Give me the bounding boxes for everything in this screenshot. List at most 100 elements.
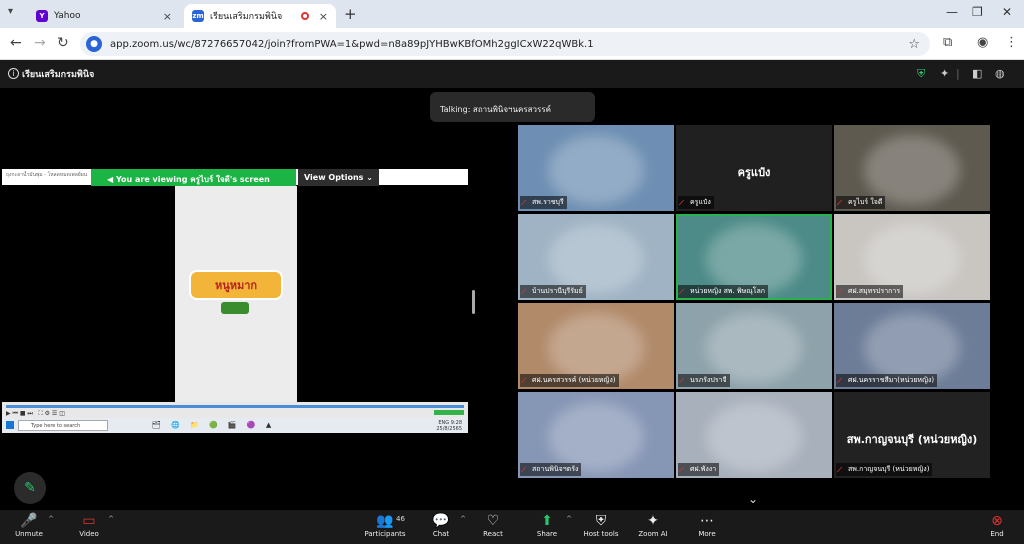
blurred-video bbox=[706, 313, 802, 383]
tab-title: เรียนเสริมกรมพินิจ bbox=[210, 12, 283, 22]
participant-display-name: สพ.กาญจนบุรี (หน่วยหญิง) bbox=[846, 433, 978, 446]
chevron-up-icon[interactable]: ^ bbox=[108, 515, 114, 523]
participant-tile[interactable]: ครูแป๋ง ครูแป๋ง ⟋ bbox=[676, 125, 832, 211]
participants-label: Participants bbox=[364, 530, 406, 538]
mic-off-icon: ⟋ bbox=[837, 199, 842, 207]
talking-indicator: Talking: สถานพินิจฯนครสวรรค์ bbox=[430, 92, 595, 122]
participant-name: ศฝ.สมุทรปราการ bbox=[836, 285, 904, 298]
yahoo-favicon-icon: Y bbox=[36, 10, 48, 22]
meeting-info-icon[interactable]: i bbox=[8, 68, 19, 79]
chevron-down-icon[interactable]: ⌄ bbox=[748, 492, 758, 506]
blurred-video bbox=[706, 402, 802, 472]
shield-icon: ⛨ bbox=[595, 513, 607, 529]
video-label: Video bbox=[79, 530, 99, 538]
system-tray: ENG 9:28 25/8/2565 bbox=[436, 420, 462, 432]
participant-tile[interactable]: สพ.ราชบุรี ⟋ bbox=[518, 125, 674, 211]
restore-icon[interactable]: ❐ bbox=[972, 5, 983, 19]
meeting-toolbar: 🎤 Unmute ^ ▭ Video ^ 👥 46 Participants 💬… bbox=[0, 510, 1024, 544]
tab-search-icon[interactable]: ▾ bbox=[8, 6, 13, 17]
react-button[interactable]: ♡ React bbox=[466, 513, 520, 538]
participant-tile[interactable]: ศฝ.นครสวรรค์ (หน่วยหญิง) ⟋ bbox=[518, 303, 674, 389]
participants-count: 46 bbox=[396, 515, 405, 523]
end-call-icon: ⊗ bbox=[991, 513, 1003, 529]
menu-kebab-icon[interactable]: ⋮ bbox=[1005, 35, 1018, 50]
end-button[interactable]: ⊗ End bbox=[970, 513, 1024, 538]
participant-name: ศฝ.นครสวรรค์ (หน่วยหญิง) bbox=[520, 374, 619, 387]
blurred-video bbox=[864, 224, 960, 294]
close-tab-icon[interactable]: × bbox=[163, 10, 172, 23]
url-text: app.zoom.us/wc/87276657042/join?fromPWA=… bbox=[110, 38, 594, 50]
chevron-up-icon[interactable]: ^ bbox=[48, 515, 54, 523]
reload-icon[interactable]: ↻ bbox=[57, 35, 69, 51]
participants-button[interactable]: 👥 46 Participants bbox=[358, 513, 412, 538]
view-options-button[interactable]: View Options ⌄ bbox=[298, 169, 379, 186]
unmute-button[interactable]: 🎤 Unmute ^ bbox=[2, 513, 56, 538]
shared-slide: หนูหมาก bbox=[175, 186, 297, 402]
more-button[interactable]: ⋯ More bbox=[680, 513, 734, 538]
seek-bar[interactable] bbox=[6, 405, 464, 408]
participant-tile[interactable]: สถานพินิจฯตรัง ⟋ bbox=[518, 392, 674, 478]
zoom-app-icon[interactable]: ◍ bbox=[995, 67, 1005, 80]
separator: | bbox=[956, 67, 960, 80]
meeting-title: เรียนเสริมกรมพินิจ bbox=[22, 70, 95, 80]
tab-zoom[interactable]: zm เรียนเสริมกรมพินิจ × bbox=[184, 4, 336, 28]
close-tab-icon[interactable]: × bbox=[319, 10, 328, 23]
participant-tile[interactable]: ศฝ.สมุทรปราการ ⟋ bbox=[834, 214, 990, 300]
extensions-icon[interactable]: ⧉ bbox=[943, 35, 952, 50]
annotate-pencil-icon[interactable]: ✎ bbox=[14, 472, 46, 504]
host-tools-button[interactable]: ⛨ Host tools bbox=[574, 513, 628, 538]
zoom-favicon-icon: zm bbox=[192, 10, 204, 22]
chevron-up-icon[interactable]: ^ bbox=[566, 515, 572, 523]
mic-off-icon: ⟋ bbox=[679, 377, 684, 385]
video-button[interactable]: ▭ Video ^ bbox=[62, 513, 116, 538]
volume-slider[interactable] bbox=[434, 410, 464, 415]
recording-icon bbox=[300, 12, 309, 20]
blurred-video bbox=[864, 313, 960, 383]
tab-yahoo[interactable]: Y Yahoo × bbox=[28, 4, 180, 28]
bookmark-star-icon[interactable]: ☆ bbox=[908, 37, 920, 52]
participant-tile[interactable]: ครูไบร์ ใจดี ⟋ bbox=[834, 125, 990, 211]
mic-off-icon: ⟋ bbox=[837, 288, 842, 296]
site-info-icon[interactable]: ● bbox=[86, 36, 102, 52]
react-label: React bbox=[483, 530, 503, 538]
participant-name: สพ.กาญจนบุรี (หน่วยหญิง) bbox=[836, 463, 933, 476]
participant-name: นรภรังปราจี bbox=[678, 374, 730, 387]
participant-tile[interactable]: หน่วยหญิง สพ. พิษณุโลก ⟋ bbox=[676, 214, 832, 300]
tray-date: 25/8/2565 bbox=[436, 426, 462, 432]
chat-button[interactable]: 💬 Chat ^ bbox=[414, 513, 468, 538]
new-tab-button[interactable]: + bbox=[344, 5, 357, 23]
participant-tile[interactable]: นรภรังปราจี ⟋ bbox=[676, 303, 832, 389]
pane-resize-handle[interactable] bbox=[472, 290, 475, 314]
encryption-shield-icon[interactable]: ⛨ bbox=[917, 67, 925, 81]
taskbar-apps[interactable]: 🗂 🌐 📁 🟢 🎬 🟣 ▲ bbox=[152, 421, 275, 429]
participant-tile[interactable]: บ้านปรานีบุรีรัมย์ ⟋ bbox=[518, 214, 674, 300]
view-layout-icon[interactable]: ◧ bbox=[972, 67, 982, 80]
minimize-icon[interactable]: — bbox=[946, 5, 958, 19]
host-tools-label: Host tools bbox=[583, 530, 619, 538]
participant-tile[interactable]: สพ.กาญจนบุรี (หน่วยหญิง) สพ.กาญจนบุรี (หน… bbox=[834, 392, 990, 478]
participant-tile[interactable]: ศฝ.พังงา ⟋ bbox=[676, 392, 832, 478]
forward-icon[interactable]: → bbox=[34, 35, 46, 51]
unmute-label: Unmute bbox=[15, 530, 43, 538]
end-label: End bbox=[990, 530, 1004, 538]
sparkle-icon[interactable]: ✦ bbox=[940, 67, 949, 80]
taskbar-search[interactable]: Type here to search bbox=[18, 420, 108, 431]
player-buttons[interactable]: ▶ ⏮ ■ ⏭ ⛶ ⚙ ☰ ◫ bbox=[6, 410, 65, 418]
mic-off-icon: ⟋ bbox=[521, 466, 526, 474]
blurred-video bbox=[548, 402, 644, 472]
more-label: More bbox=[698, 530, 716, 538]
windows-start-icon[interactable] bbox=[6, 421, 14, 429]
share-button[interactable]: ⬆ Share ^ bbox=[520, 513, 574, 538]
participant-tile[interactable]: ศฝ.นครราชสีมา(หน่วยหญิง) ⟋ bbox=[834, 303, 990, 389]
share-label: Share bbox=[536, 530, 558, 538]
profile-icon[interactable]: ◉ bbox=[977, 35, 988, 50]
meeting-header: i เรียนเสริมกรมพินิจ ⛨ ✦ | ◧ ◍ bbox=[0, 60, 1024, 88]
blurred-video bbox=[706, 224, 802, 294]
url-field[interactable]: ● app.zoom.us/wc/87276657042/join?fromPW… bbox=[80, 32, 930, 56]
zoom-ai-button[interactable]: ✦ Zoom AI bbox=[626, 513, 680, 538]
mic-off-icon: ⟋ bbox=[679, 199, 684, 207]
back-icon[interactable]: ← bbox=[10, 35, 22, 51]
close-window-icon[interactable]: ✕ bbox=[1002, 5, 1012, 19]
view-options-label: View Options bbox=[304, 173, 364, 182]
viewing-text: You are viewing ครูไบร์ ใจดี's screen bbox=[115, 175, 270, 184]
